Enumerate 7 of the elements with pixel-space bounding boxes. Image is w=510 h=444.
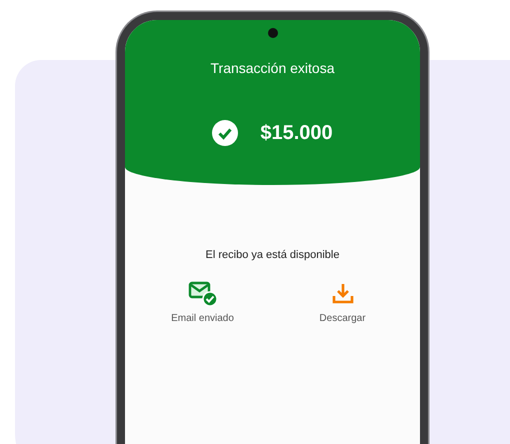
check-icon [212,120,238,146]
email-action[interactable]: Email enviado [162,281,242,324]
header-title: Transacción exitosa [210,60,334,76]
amount-text: $15.000 [260,122,333,144]
email-sent-icon [188,281,218,307]
receipt-message: El recibo ya está disponible [206,249,340,261]
download-action[interactable]: Descargar [302,281,382,324]
